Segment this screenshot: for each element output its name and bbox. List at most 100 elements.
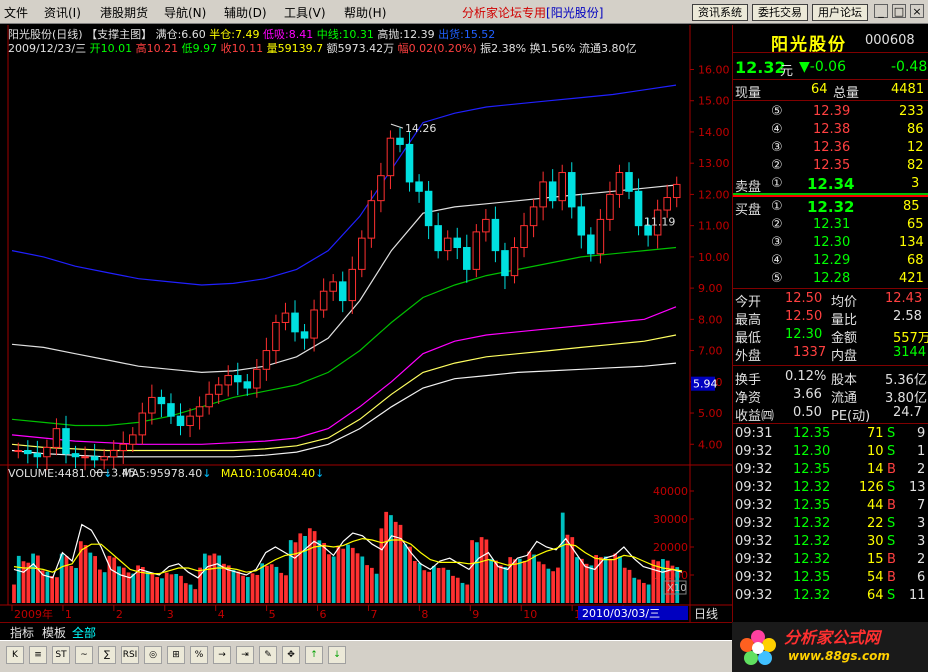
- menu-file[interactable]: 文件: [4, 4, 28, 21]
- list-icon[interactable]: ≡: [29, 646, 47, 664]
- trade-button[interactable]: 委托交易: [752, 4, 808, 21]
- info-system-button[interactable]: 资讯系统: [692, 4, 748, 21]
- candle-body: [520, 225, 528, 249]
- logo-text: 分析家公式网: [784, 628, 881, 647]
- band-line-半仓: [11, 334, 677, 452]
- candle-body: [205, 393, 213, 408]
- candle-body: [119, 443, 128, 452]
- forum-button[interactable]: 用户论坛: [812, 4, 868, 21]
- stock-icon[interactable]: ST: [52, 646, 70, 664]
- candle-body: [329, 281, 337, 292]
- last-marker-label: 11.19: [644, 216, 676, 229]
- candle-body: [672, 183, 681, 199]
- candle-body: [358, 237, 366, 270]
- candle-body: [405, 143, 414, 183]
- quote-title: 阳光股份 000608: [733, 29, 928, 55]
- menu-help[interactable]: 帮助(H): [344, 4, 386, 21]
- quote-panel: 阳光股份 000608 12.32 元 ▼-0.06 -0.48 现量 64 总…: [732, 25, 928, 622]
- candle-body: [577, 206, 586, 236]
- menu-hk-futures[interactable]: 港股期货: [100, 4, 148, 21]
- candle-body: [434, 225, 442, 252]
- quote-stock-code: 000608: [865, 33, 915, 48]
- candle-body: [529, 206, 538, 227]
- stat-row: 最高 12.50 量比 2.58: [735, 309, 922, 328]
- time-tick-label: 6: [320, 608, 327, 621]
- minimize-icon[interactable]: _: [874, 4, 888, 18]
- sell-level-row: ⑤ 12.39 233: [771, 104, 924, 119]
- price-tick-label: 13.00: [698, 157, 730, 170]
- price-change-pct: -0.48: [891, 59, 928, 75]
- band-line-出货: [11, 84, 677, 286]
- candle-body: [510, 247, 519, 277]
- candle-body: [291, 312, 299, 333]
- price-change: ▼-0.06: [799, 59, 846, 75]
- kline-chart[interactable]: 16.0015.0014.0013.0012.0011.0010.009.008…: [0, 25, 732, 622]
- tick-row: 09:32 12.35 54 B 6: [735, 570, 926, 585]
- candle-body: [157, 396, 166, 405]
- fin-row: 净资 3.66 流通 3.80亿: [735, 387, 927, 406]
- tick-row: 09:32 12.30 10 S 1: [735, 444, 926, 459]
- time-tick-label: 5: [269, 608, 276, 621]
- buy-level-row: ⑤ 12.28 421: [771, 271, 924, 286]
- candle-body: [377, 175, 385, 202]
- tab-all[interactable]: 全部: [72, 624, 96, 641]
- grid-icon[interactable]: ⊞: [167, 646, 185, 664]
- quote-price-row: 12.32 元 ▼-0.06 -0.48: [735, 58, 928, 79]
- candle-body: [81, 456, 89, 459]
- trend-icon[interactable]: ~: [75, 646, 93, 664]
- sum-icon[interactable]: ∑: [98, 646, 116, 664]
- candle-body: [195, 406, 204, 417]
- forward-icon[interactable]: →: [213, 646, 231, 664]
- tick-row: 09:32 12.32 22 S 3: [735, 516, 926, 531]
- bottom-tab-bar: 指标 模板 全部: [0, 622, 732, 640]
- pencil-icon[interactable]: ✎: [259, 646, 277, 664]
- cursor-price-label: 5.94: [693, 378, 718, 391]
- price-tick-label: 9.00: [698, 282, 723, 295]
- candle-body: [491, 218, 500, 252]
- up-arrow-icon[interactable]: ↑: [305, 646, 323, 664]
- percent-icon[interactable]: %: [190, 646, 208, 664]
- band-line-中线: [11, 184, 677, 374]
- chart-header-line2: 2009/12/23/三 开10.01 高10.21 低9.97 收10.11 …: [8, 42, 637, 55]
- down-arrow-icon[interactable]: ↓: [328, 646, 346, 664]
- target-icon[interactable]: ◎: [144, 646, 162, 664]
- menu-assist[interactable]: 辅助(D): [224, 4, 267, 21]
- sell-level-row: ③ 12.36 12: [771, 140, 924, 155]
- menu-navigate[interactable]: 导航(N): [164, 4, 206, 21]
- menu-info[interactable]: 资讯(I): [44, 4, 81, 21]
- stat-row: 今开 12.50 均价 12.43: [735, 291, 923, 310]
- candle-body: [281, 312, 290, 323]
- logo-url: www.88gs.com: [788, 649, 890, 663]
- buy1-row: 买盘 ① 12.32 85: [735, 198, 920, 218]
- time-tick-label: 3: [167, 608, 174, 621]
- time-tick-label: 8: [421, 608, 428, 621]
- period-label: 日线: [694, 607, 718, 621]
- candle-body: [443, 237, 452, 252]
- candle-body: [129, 434, 137, 445]
- candle-body: [243, 381, 252, 389]
- move-icon[interactable]: ✥: [282, 646, 300, 664]
- buy-level-row: ④ 12.29 68: [771, 253, 924, 268]
- jump-icon[interactable]: ⇥: [236, 646, 254, 664]
- candle-body: [300, 331, 309, 339]
- maximize-icon[interactable]: □: [892, 4, 906, 18]
- candle-body: [14, 450, 23, 453]
- candle-body: [62, 428, 70, 455]
- candle-body: [310, 309, 318, 339]
- app-title: 分析家论坛专用[阳光股份]: [462, 6, 604, 20]
- buy-level-row: ③ 12.30 134: [771, 235, 924, 250]
- menu-tools[interactable]: 工具(V): [284, 4, 326, 21]
- kline-icon[interactable]: K: [6, 646, 24, 664]
- zoom-label: X10: [667, 583, 687, 594]
- tab-indicator[interactable]: 指标: [10, 624, 34, 641]
- candle-body: [415, 181, 423, 192]
- candle-body: [33, 453, 42, 458]
- candle-body: [596, 218, 605, 255]
- candle-body: [587, 234, 595, 255]
- close-icon[interactable]: ×: [910, 4, 924, 18]
- chart-area[interactable]: 16.00 15.00 14.00 13.00 12.00 11.00 10.00 9.00 8…: [0, 25, 732, 622]
- tick-row: 09:32 12.35 44 B 7: [735, 498, 926, 513]
- price-tick-label: 11.00: [698, 220, 730, 233]
- rsi-icon[interactable]: RSI: [121, 646, 139, 664]
- tab-template[interactable]: 模板: [42, 624, 66, 641]
